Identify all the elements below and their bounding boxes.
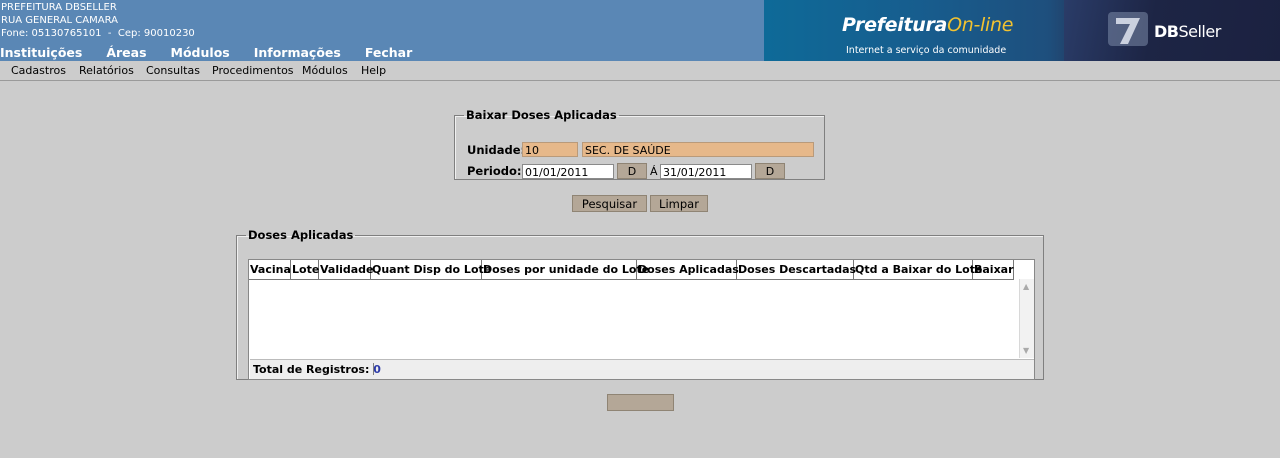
grid-scrollbar[interactable]: ▲ ▼ <box>1019 279 1034 358</box>
unidade-name-field[interactable]: SEC. DE SAÚDE <box>582 142 814 157</box>
nav-instituicoes[interactable]: Instituições <box>0 45 82 60</box>
periodo-label: Periodo: <box>467 164 522 178</box>
date-start-picker-button[interactable]: D <box>617 163 647 179</box>
nav-areas[interactable]: Áreas <box>106 45 146 60</box>
process-button[interactable] <box>607 394 674 411</box>
brand-banner: PrefeituraOn-line Internet a serviço da … <box>764 0 1280 61</box>
menu-consultas[interactable]: Consultas <box>146 64 200 77</box>
column-header-baixar[interactable]: Baixar <box>973 260 1014 279</box>
prefeitura-online-logo: PrefeituraOn-line <box>842 14 1013 36</box>
column-header-vacina[interactable]: Vacina <box>249 260 291 279</box>
menu-procedimentos[interactable]: Procedimentos <box>212 64 294 77</box>
column-header-doses-descartadas[interactable]: Doses Descartadas <box>737 260 856 279</box>
footer-divider <box>373 363 374 375</box>
doses-aplicadas-legend: Doses Aplicadas <box>248 228 354 242</box>
date-range-separator: Á <box>650 165 658 178</box>
doses-aplicadas-fieldset: Doses Aplicadas Vacina Lote Validade Qua… <box>236 228 1044 380</box>
company-bold: DB <box>1154 22 1179 41</box>
date-end-field[interactable]: 31/01/2011 <box>660 164 752 179</box>
doses-grid: Vacina Lote Validade Quant Disp do Lote … <box>248 259 1035 380</box>
unidade-label: Unidade: <box>467 143 526 157</box>
menu-help[interactable]: Help <box>361 64 386 77</box>
column-header-qtd-baixar[interactable]: Qtd a Baixar do Lote <box>854 260 982 279</box>
institution-contact: Fone: 05130765101 - Cep: 90010230 <box>1 28 195 39</box>
nav-informacoes[interactable]: Informações <box>254 45 341 60</box>
date-start-field[interactable]: 01/01/2011 <box>522 164 614 179</box>
institution-name: PREFEITURA DBSELLER <box>1 2 117 13</box>
app-header: PREFEITURA DBSELLER RUA GENERAL CAMARA F… <box>0 0 1280 61</box>
total-records-value: 0 <box>373 363 381 376</box>
scroll-down-icon[interactable]: ▼ <box>1023 346 1029 355</box>
column-header-validade[interactable]: Validade <box>319 260 374 279</box>
column-header-lote[interactable]: Lote <box>291 260 319 279</box>
institution-info: PREFEITURA DBSELLER RUA GENERAL CAMARA F… <box>1 1 195 40</box>
column-header-doses-aplicadas[interactable]: Doses Aplicadas <box>637 260 739 279</box>
menu-bar: Cadastros Relatórios Consultas Procedime… <box>0 61 1280 81</box>
institution-address: RUA GENERAL CAMARA <box>1 15 118 26</box>
total-records-label: Total de Registros: <box>253 363 370 376</box>
clear-button[interactable]: Limpar <box>650 195 708 212</box>
date-end-picker-button[interactable]: D <box>755 163 785 179</box>
baixar-doses-fieldset: Baixar Doses Aplicadas Unidade: 10 SEC. … <box>454 108 825 180</box>
search-button[interactable]: Pesquisar <box>572 195 647 212</box>
grid-footer: Total de Registros: 0 <box>250 359 1034 379</box>
nav-fechar[interactable]: Fechar <box>365 45 412 60</box>
nav-modulos[interactable]: Módulos <box>171 45 230 60</box>
brand-main: Prefeitura <box>842 14 948 36</box>
company-light: Seller <box>1178 22 1221 41</box>
dbseller-logo: DBSeller <box>1154 22 1221 41</box>
column-header-doses-por-unidade[interactable]: Doses por unidade do Lote <box>482 260 649 279</box>
grid-header: Vacina Lote Validade Quant Disp do Lote … <box>249 260 1014 280</box>
total-records: Total de Registros: 0 <box>253 363 381 376</box>
baixar-doses-legend: Baixar Doses Aplicadas <box>466 108 617 122</box>
scroll-up-icon[interactable]: ▲ <box>1023 282 1029 291</box>
top-nav: Instituições Áreas Módulos Informações F… <box>0 45 436 60</box>
brand-online: On-line <box>947 14 1014 36</box>
brand-slogan: Internet a serviço da comunidade <box>846 45 1007 56</box>
unidade-code-field[interactable]: 10 <box>522 142 578 157</box>
menu-cadastros[interactable]: Cadastros <box>11 64 66 77</box>
dbseller-logo-icon <box>1108 12 1148 46</box>
menu-relatorios[interactable]: Relatórios <box>79 64 134 77</box>
column-header-quant-disp[interactable]: Quant Disp do Lote <box>371 260 491 279</box>
menu-modulos[interactable]: Módulos <box>302 64 348 77</box>
